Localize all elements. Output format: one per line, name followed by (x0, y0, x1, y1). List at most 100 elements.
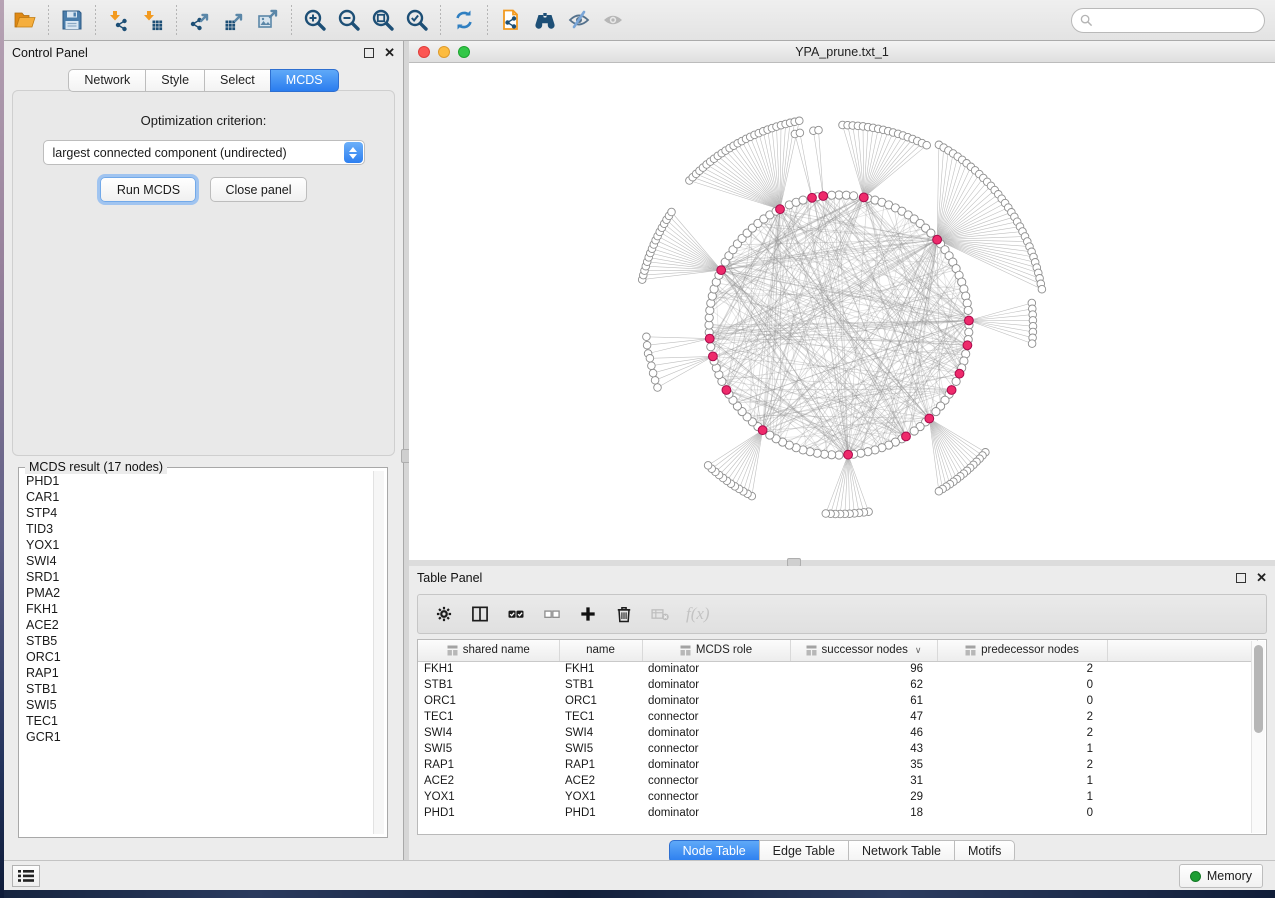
hide-selected-icon[interactable] (562, 4, 596, 36)
run-mcds-button[interactable]: Run MCDS (100, 177, 196, 202)
list-item[interactable]: SWI5 (26, 697, 373, 713)
graph-hub-node[interactable] (902, 432, 911, 441)
tab-select[interactable]: Select (204, 69, 270, 92)
create-column-icon[interactable] (578, 604, 598, 624)
delete-table-icon[interactable] (650, 604, 670, 624)
list-item[interactable]: YOX1 (26, 537, 373, 553)
save-session-icon[interactable] (55, 4, 89, 36)
network-canvas[interactable] (409, 63, 1275, 560)
table-row[interactable]: RAP1RAP1dominator352 (418, 757, 1258, 773)
tab-network[interactable]: Network (68, 69, 145, 92)
list-item[interactable]: RAP1 (26, 665, 373, 681)
delete-columns-icon[interactable] (614, 604, 634, 624)
table-row[interactable]: YOX1YOX1connector291 (418, 789, 1258, 805)
close-panel-icon[interactable]: ✕ (384, 48, 395, 58)
memory-button[interactable]: Memory (1179, 864, 1263, 888)
graph-node[interactable] (799, 196, 807, 204)
graph-node[interactable] (923, 141, 931, 149)
graph-node[interactable] (927, 229, 935, 237)
show-columns-icon[interactable] (470, 604, 490, 624)
select-all-rows-icon[interactable] (506, 604, 526, 624)
table-row[interactable]: FKH1FKH1dominator962 (418, 661, 1258, 677)
table-row[interactable]: SWI4SWI4dominator462 (418, 725, 1258, 741)
export-network-icon[interactable] (183, 4, 217, 36)
table-row[interactable]: SWI5SWI5connector431 (418, 741, 1258, 757)
graph-hub-node[interactable] (717, 266, 726, 275)
list-item[interactable]: FKH1 (26, 601, 373, 617)
table-row[interactable]: STB1STB1dominator620 (418, 677, 1258, 693)
list-item[interactable]: ACE2 (26, 617, 373, 633)
graph-node[interactable] (651, 377, 659, 385)
export-image-icon[interactable] (251, 4, 285, 36)
table-scrollbar-thumb[interactable] (1254, 645, 1263, 733)
table-scrollbar-track[interactable] (1251, 641, 1265, 833)
deselect-all-rows-icon[interactable] (542, 604, 562, 624)
list-item[interactable]: STB1 (26, 681, 373, 697)
result-list-scrollbar[interactable] (373, 471, 384, 834)
search-input[interactable] (1093, 14, 1264, 28)
graph-node[interactable] (704, 462, 712, 470)
zoom-in-icon[interactable] (298, 4, 332, 36)
export-table-icon[interactable] (217, 4, 251, 36)
network-window-titlebar[interactable]: YPA_prune.txt_1 (409, 41, 1275, 63)
apply-layout-icon[interactable] (447, 4, 481, 36)
graph-hub-node[interactable] (758, 426, 767, 435)
table-row[interactable]: PHD1PHD1dominator180 (418, 805, 1258, 821)
graph-hub-node[interactable] (705, 334, 714, 343)
graph-hub-node[interactable] (819, 192, 828, 201)
list-item[interactable]: CAR1 (26, 489, 373, 505)
graph-node[interactable] (964, 306, 972, 314)
graph-hub-node[interactable] (965, 316, 974, 325)
graph-node[interactable] (1038, 285, 1046, 293)
mcds-result-list[interactable]: PHD1CAR1STP4TID3YOX1SWI4SRD1PMA2FKH1ACE2… (22, 471, 373, 834)
function-builder-icon[interactable]: f(x) (686, 604, 710, 624)
table-row[interactable]: ORC1ORC1dominator610 (418, 693, 1258, 709)
list-item[interactable]: SWI4 (26, 553, 373, 569)
open-file-icon[interactable] (8, 4, 42, 36)
list-item[interactable]: PMA2 (26, 585, 373, 601)
graph-hub-node[interactable] (925, 414, 934, 423)
zoom-out-icon[interactable] (332, 4, 366, 36)
column-header-MCDS-role[interactable]: MCDS role (642, 640, 790, 661)
column-header-successor-nodes[interactable]: successor nodes∨ (790, 640, 937, 661)
graph-node[interactable] (932, 408, 940, 416)
search-box[interactable] (1071, 8, 1265, 33)
list-item[interactable]: GCR1 (26, 729, 373, 745)
import-network-icon[interactable] (102, 4, 136, 36)
graph-node[interactable] (649, 369, 657, 377)
graph-node[interactable] (822, 510, 830, 518)
table-settings-icon[interactable] (434, 604, 454, 624)
graph-node[interactable] (935, 488, 943, 496)
graph-node[interactable] (668, 208, 676, 216)
close-panel-icon[interactable]: ✕ (1256, 573, 1267, 583)
close-panel-button[interactable]: Close panel (210, 177, 306, 202)
tab-mcds[interactable]: MCDS (270, 69, 339, 92)
graph-hub-node[interactable] (947, 386, 956, 395)
graph-hub-node[interactable] (963, 341, 972, 350)
graph-hub-node[interactable] (722, 386, 731, 395)
graph-node[interactable] (815, 126, 823, 134)
graph-node[interactable] (643, 333, 651, 341)
table-row[interactable]: ACE2ACE2connector311 (418, 773, 1258, 789)
find-icon[interactable] (528, 4, 562, 36)
list-item[interactable]: TEC1 (26, 713, 373, 729)
graph-hub-node[interactable] (859, 193, 868, 202)
graph-hub-node[interactable] (933, 235, 942, 244)
list-item[interactable]: ORC1 (26, 649, 373, 665)
show-panels-button[interactable] (12, 865, 40, 887)
graph-hub-node[interactable] (776, 205, 785, 214)
zoom-selected-icon[interactable] (400, 4, 434, 36)
import-table-icon[interactable] (136, 4, 170, 36)
list-item[interactable]: STP4 (26, 505, 373, 521)
graph-hub-node[interactable] (844, 450, 853, 459)
clone-network-icon[interactable] (494, 4, 528, 36)
criterion-dropdown[interactable]: largest connected component (undirected) (43, 140, 365, 165)
graph-node[interactable] (796, 117, 804, 125)
graph-node[interactable] (910, 427, 918, 435)
graph-node[interactable] (648, 362, 656, 370)
show-all-icon[interactable] (596, 4, 630, 36)
zoom-fit-icon[interactable] (366, 4, 400, 36)
column-header-shared-name[interactable]: shared name (418, 640, 559, 661)
float-panel-icon[interactable] (1236, 573, 1246, 583)
graph-hub-node[interactable] (808, 193, 817, 202)
